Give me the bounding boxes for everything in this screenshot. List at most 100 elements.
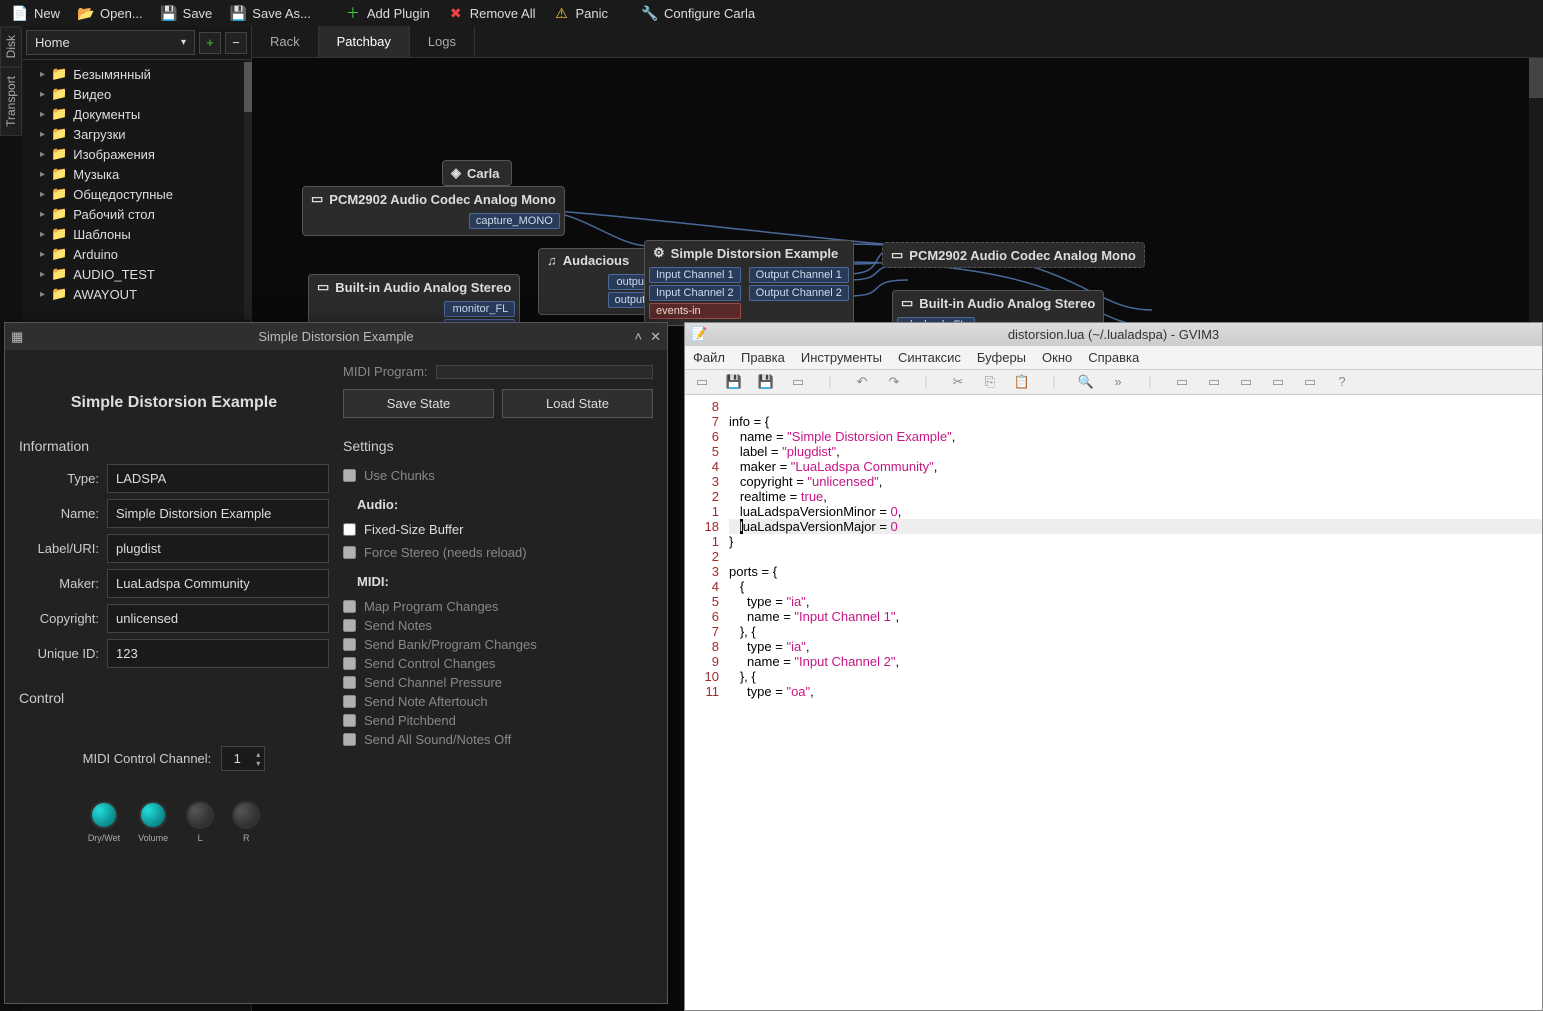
tree-item[interactable]: ▸📁Шаблоны [22, 224, 251, 244]
script-icon[interactable]: ▭ [1205, 374, 1223, 390]
save-state-button[interactable]: Save State [343, 389, 494, 418]
save-icon: 💾 [161, 5, 177, 21]
menu-item[interactable]: Правка [741, 350, 785, 365]
add-location-button[interactable]: + [199, 32, 221, 54]
chevron-right-icon: ▸ [40, 129, 45, 140]
chk-midi-opt[interactable]: Send Control Changes [343, 656, 653, 671]
port-out[interactable]: Output Channel 2 [749, 285, 849, 301]
location-combo[interactable]: Home▾ [26, 30, 195, 55]
gvim-icon: 📝 [691, 326, 707, 342]
port-events[interactable]: events-in [649, 303, 741, 319]
disk-tab[interactable]: Disk [0, 26, 22, 67]
menu-item[interactable]: Справка [1088, 350, 1139, 365]
open-button[interactable]: 📂Open... [70, 2, 151, 24]
transport-tab[interactable]: Transport [0, 67, 22, 136]
tags-icon[interactable]: ▭ [1301, 374, 1319, 390]
tree-item[interactable]: ▸📁Видео [22, 84, 251, 104]
session-icon[interactable]: ▭ [1173, 374, 1191, 390]
port-out[interactable]: monitor_FL [444, 301, 515, 317]
midi-channel-spinner[interactable]: ▴▾ [221, 746, 265, 771]
node-distorsion[interactable]: ⚙Simple Distorsion Example Input Channel… [644, 240, 854, 326]
save-button[interactable]: 💾Save [153, 2, 221, 24]
open-icon[interactable]: ▭ [693, 374, 711, 390]
menu-item[interactable]: Синтаксис [898, 350, 961, 365]
chk-midi-opt[interactable]: Send Pitchbend [343, 713, 653, 728]
saveas-button[interactable]: 💾Save As... [222, 2, 319, 24]
remove-location-button[interactable]: − [225, 32, 247, 54]
dialog-titlebar[interactable]: ▦ Simple Distorsion Example ˄ ✕ [5, 323, 667, 350]
chk-midi-opt[interactable]: Send Notes [343, 618, 653, 633]
field-copyright[interactable]: unlicensed [107, 604, 329, 633]
node-carla[interactable]: ◈Carla [442, 160, 512, 186]
chk-midi-opt[interactable]: Send Bank/Program Changes [343, 637, 653, 652]
add-plugin-button[interactable]: ＋Add Plugin [337, 2, 438, 24]
knob-l[interactable]: L [186, 801, 214, 843]
tree-item[interactable]: ▸📁AWAYOUT [22, 284, 251, 304]
tree-item[interactable]: ▸📁Загрузки [22, 124, 251, 144]
tab-logs[interactable]: Logs [410, 26, 475, 57]
tree-item[interactable]: ▸📁Музыка [22, 164, 251, 184]
shell-icon[interactable]: ▭ [1269, 374, 1287, 390]
menu-item[interactable]: Файл [693, 350, 725, 365]
node-pcm-out[interactable]: ▭PCM2902 Audio Codec Analog Mono [882, 242, 1145, 268]
label-maker: Maker: [19, 576, 99, 591]
tree-item[interactable]: ▸📁Изображения [22, 144, 251, 164]
field-uid[interactable]: 123 [107, 639, 329, 668]
redo-icon[interactable]: ↷ [885, 374, 903, 390]
make-icon[interactable]: ▭ [1237, 374, 1255, 390]
saveall-icon[interactable]: 💾 [757, 374, 775, 390]
new-button[interactable]: 📄New [4, 2, 68, 24]
knob-r[interactable]: R [232, 801, 260, 843]
node-pcm-in[interactable]: ▭PCM2902 Audio Codec Analog Mono capture… [302, 186, 565, 236]
tab-rack[interactable]: Rack [252, 26, 319, 57]
configure-button[interactable]: 🔧Configure Carla [634, 2, 763, 24]
spin-up-icon[interactable]: ▴ [252, 750, 264, 759]
field-name[interactable]: Simple Distorsion Example [107, 499, 329, 528]
field-type[interactable]: LADSPA [107, 464, 329, 493]
tab-patchbay[interactable]: Patchbay [319, 26, 410, 57]
port-in[interactable]: Input Channel 1 [649, 267, 741, 283]
tree-item[interactable]: ▸📁Рабочий стол [22, 204, 251, 224]
knob-volume[interactable]: Volume [138, 801, 168, 843]
folder-open-icon: 📂 [78, 5, 94, 21]
menu-item[interactable]: Окно [1042, 350, 1072, 365]
port-in[interactable]: Input Channel 2 [649, 285, 741, 301]
save-icon[interactable]: 💾 [725, 374, 743, 390]
load-state-button[interactable]: Load State [502, 389, 653, 418]
find-icon[interactable]: 🔍 [1077, 374, 1095, 390]
midi-program-combo[interactable] [436, 365, 653, 379]
tree-item[interactable]: ▸📁AUDIO_TEST [22, 264, 251, 284]
knob-drywet[interactable]: Dry/Wet [88, 801, 120, 843]
print-icon[interactable]: ▭ [789, 374, 807, 390]
spin-down-icon[interactable]: ▾ [252, 759, 264, 768]
panic-button[interactable]: ⚠Panic [545, 2, 616, 24]
chk-midi-opt[interactable]: Send Channel Pressure [343, 675, 653, 690]
menu-item[interactable]: Буферы [977, 350, 1026, 365]
undo-icon[interactable]: ↶ [853, 374, 871, 390]
tree-item[interactable]: ▸📁Безымянный [22, 64, 251, 84]
chk-midi-opt[interactable]: Send Note Aftertouch [343, 694, 653, 709]
remove-all-button[interactable]: ✖Remove All [440, 2, 544, 24]
chk-fixed-buffer[interactable]: Fixed-Size Buffer [343, 522, 653, 537]
close-icon[interactable]: ✕ [650, 329, 661, 345]
chk-use-chunks[interactable]: Use Chunks [343, 468, 653, 483]
chk-midi-opt[interactable]: Send All Sound/Notes Off [343, 732, 653, 747]
cut-icon[interactable]: ✂ [949, 374, 967, 390]
findnext-icon[interactable]: » [1109, 374, 1127, 390]
field-maker[interactable]: LuaLadspa Community [107, 569, 329, 598]
paste-icon[interactable]: 📋 [1013, 374, 1031, 390]
field-uri[interactable]: plugdist [107, 534, 329, 563]
port-out[interactable]: capture_MONO [469, 213, 560, 229]
tree-item[interactable]: ▸📁Arduino [22, 244, 251, 264]
port-out[interactable]: Output Channel 1 [749, 267, 849, 283]
chk-midi-opt[interactable]: Map Program Changes [343, 599, 653, 614]
tree-item[interactable]: ▸📁Документы [22, 104, 251, 124]
copy-icon[interactable]: ⎘ [981, 374, 999, 390]
editor-area[interactable]: 87info = {6 name = "Simple Distorsion Ex… [685, 395, 1542, 1010]
gvim-titlebar[interactable]: 📝 distorsion.lua (~/.lualadspa) - GVIM3 [685, 323, 1542, 346]
chk-force-stereo[interactable]: Force Stereo (needs reload) [343, 545, 653, 560]
rollup-icon[interactable]: ˄ [635, 329, 643, 345]
menu-item[interactable]: Инструменты [801, 350, 882, 365]
help-icon[interactable]: ? [1333, 374, 1351, 390]
tree-item[interactable]: ▸📁Общедоступные [22, 184, 251, 204]
